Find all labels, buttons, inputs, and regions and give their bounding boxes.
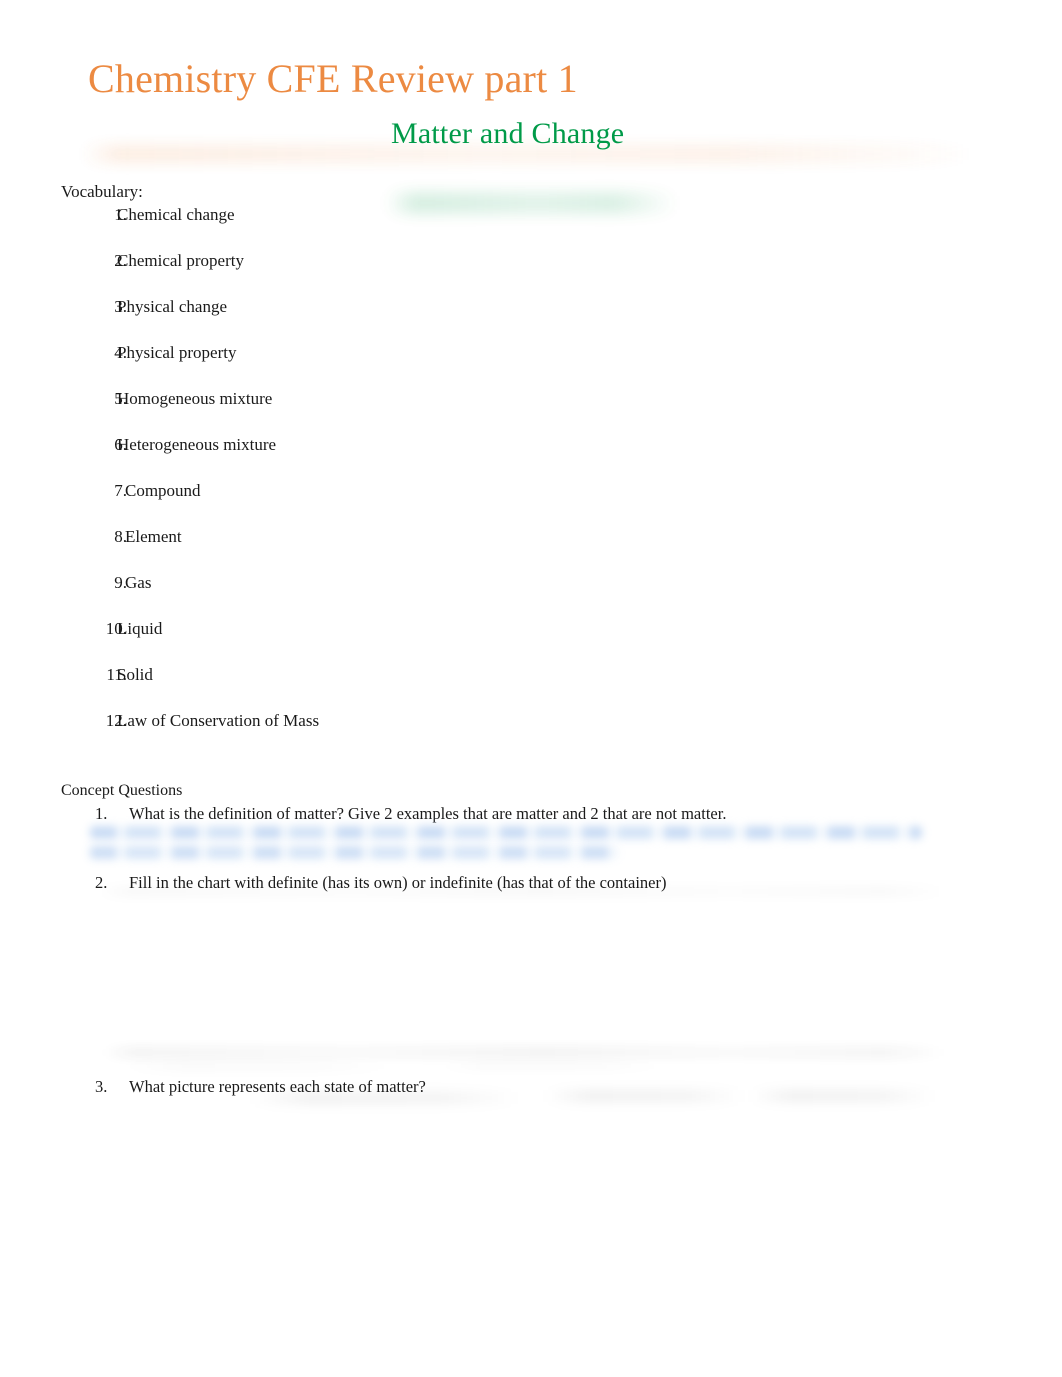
list-item-label: Heterogeneous mixture (117, 435, 277, 454)
title-block: Chemistry CFE Review part 1 Matter and C… (0, 52, 1062, 214)
list-item: 2. Chemical property (61, 249, 581, 295)
question-text: What picture represents each state of ma… (129, 1077, 426, 1096)
list-item-label: Chemical property (117, 251, 244, 270)
question-text: What is the definition of matter? Give 2… (129, 804, 727, 823)
list-item: 3. Physical change (61, 295, 581, 341)
list-item: 6. Heterogeneous mixture (61, 433, 581, 479)
list-item-label: Gas (125, 573, 152, 592)
question-number: 1. (95, 804, 108, 823)
list-item: 8. Element (61, 525, 581, 571)
question-number: 2. (95, 873, 108, 892)
list-item: 12. Law of Conservation of Mass (61, 709, 581, 755)
list-item: 11. Solid (61, 663, 581, 709)
state-image-placeholder-artifact (750, 1090, 935, 1102)
chart-faint-artifact (430, 1062, 680, 1070)
chart-faint-artifact (120, 1062, 400, 1070)
list-item: 5. Homogeneous mixture (61, 387, 581, 433)
document-subtitle: Matter and Change (391, 117, 625, 150)
list-item-label: Element (125, 527, 182, 546)
list-item-label: Law of Conservation of Mass (117, 711, 320, 730)
vocabulary-list: 1. Chemical change 2. Chemical property … (61, 203, 581, 755)
document-page: Chemistry CFE Review part 1 Matter and C… (0, 0, 1062, 1377)
vocabulary-heading: Vocabulary: (61, 182, 143, 201)
list-item-label: Liquid (117, 619, 163, 638)
list-item-label: Physical change (117, 297, 227, 316)
concept-questions-heading: Concept Questions (61, 782, 183, 799)
list-item-number: 9. (114, 573, 127, 592)
redacted-answer-line (90, 826, 922, 839)
list-item: 7. Compound (61, 479, 581, 525)
redacted-answer-line (90, 846, 618, 859)
list-item-label: Compound (125, 481, 201, 500)
list-item-label: Solid (117, 665, 153, 684)
question-text: Fill in the chart with definite (has its… (129, 873, 667, 892)
state-image-placeholder-artifact (545, 1090, 745, 1102)
list-item: 4. Physical property (61, 341, 581, 387)
question-number: 3. (95, 1077, 108, 1096)
document-title: Chemistry CFE Review part 1 (88, 56, 578, 101)
chart-bottom-border-artifact (100, 1046, 952, 1059)
list-item-label: Chemical change (117, 205, 235, 224)
list-item-label: Homogeneous mixture (117, 389, 273, 408)
list-item-number: 7. (114, 481, 127, 500)
list-item: 1. Chemical change (61, 203, 581, 249)
redacted-answer-q1 (90, 824, 922, 864)
list-item: 10. Liquid (61, 617, 581, 663)
list-item-label: Physical property (117, 343, 237, 362)
list-item: 9. Gas (61, 571, 581, 617)
list-item-number: 8. (114, 527, 127, 546)
